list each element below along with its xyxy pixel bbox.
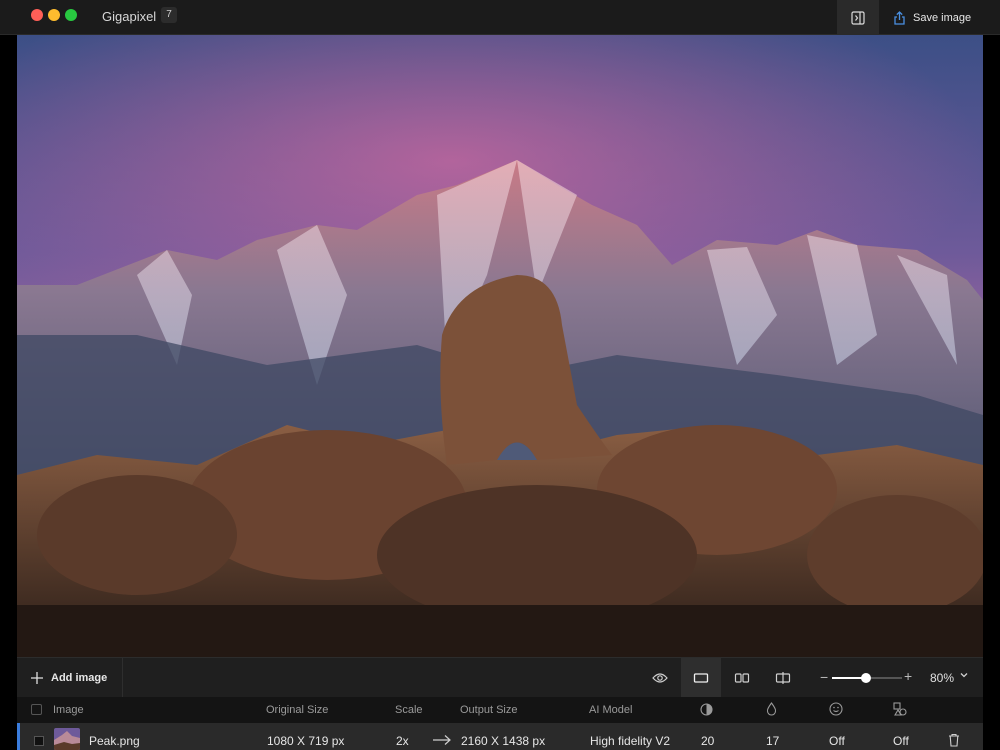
zoom-slider-handle[interactable]	[860, 673, 871, 683]
file-name: Peak.png	[89, 734, 140, 748]
row-checkbox[interactable]	[34, 736, 44, 746]
column-header-original-size: Original Size	[266, 704, 329, 716]
trash-icon[interactable]	[948, 733, 960, 747]
eye-icon	[652, 672, 668, 683]
preview-toggle-button[interactable]	[640, 658, 680, 697]
table-row[interactable]: Peak.png 1080 X 719 px 2x 2160 X 1438 px…	[17, 723, 983, 750]
column-header-output-size: Output Size	[460, 704, 518, 716]
title-bar: Gigapixel 7 Save image	[0, 0, 1000, 35]
split-view-icon	[775, 671, 791, 684]
add-image-button[interactable]: Add image	[17, 658, 123, 697]
zoom-slider[interactable]	[832, 673, 902, 683]
output-size-value: 2160 X 1438 px	[461, 734, 546, 748]
right-margin	[983, 35, 1000, 750]
side-by-side-view-button[interactable]	[722, 658, 762, 697]
zoom-out-button[interactable]: −	[820, 669, 828, 685]
zoom-window-button[interactable]	[65, 9, 77, 21]
compression-value[interactable]: Off	[893, 734, 909, 748]
sidebar-panel-icon	[851, 10, 865, 25]
add-image-label: Add image	[51, 671, 108, 684]
shapes-icon	[893, 702, 907, 716]
share-export-icon	[894, 10, 905, 25]
arrow-right-icon	[433, 735, 451, 745]
minimize-window-button[interactable]	[48, 9, 60, 21]
single-view-icon	[693, 672, 709, 683]
ai-model-value[interactable]: High fidelity V2	[590, 734, 670, 748]
zoom-value[interactable]: 80%	[930, 671, 954, 685]
mountain-photo	[17, 35, 983, 657]
remove-blur-value[interactable]: 17	[766, 734, 779, 748]
left-margin	[0, 35, 17, 750]
chevron-down-icon[interactable]	[959, 670, 969, 680]
column-header-scale: Scale	[395, 704, 423, 716]
droplet-icon	[766, 702, 777, 716]
single-view-button[interactable]	[681, 658, 721, 697]
column-header-ai-model: AI Model	[589, 704, 633, 716]
image-preview[interactable]	[17, 35, 983, 657]
smiley-icon	[829, 702, 843, 716]
toggle-panel-button[interactable]	[837, 0, 879, 35]
close-window-button[interactable]	[31, 9, 43, 21]
save-image-label: Save image	[913, 11, 972, 24]
save-image-button[interactable]: Save image	[880, 0, 984, 35]
select-all-checkbox[interactable]	[31, 704, 42, 715]
plus-icon	[31, 671, 43, 684]
bottom-toolbar: Add image − + 80%	[17, 657, 983, 697]
split-view-button[interactable]	[763, 658, 803, 697]
zoom-in-button[interactable]: +	[904, 668, 912, 684]
original-size-value: 1080 X 719 px	[267, 734, 345, 748]
image-count-badge: 7	[161, 7, 177, 23]
column-header-image: Image	[53, 704, 84, 716]
image-thumbnail	[54, 728, 80, 750]
table-header: Image Original Size Scale Output Size AI…	[17, 697, 983, 723]
face-refinement-value[interactable]: Off	[829, 734, 845, 748]
suppress-noise-value[interactable]: 20	[701, 734, 714, 748]
half-circle-icon	[700, 703, 713, 716]
side-by-side-icon	[734, 672, 750, 683]
app-title: Gigapixel	[102, 9, 157, 24]
scale-value[interactable]: 2x	[396, 734, 409, 748]
